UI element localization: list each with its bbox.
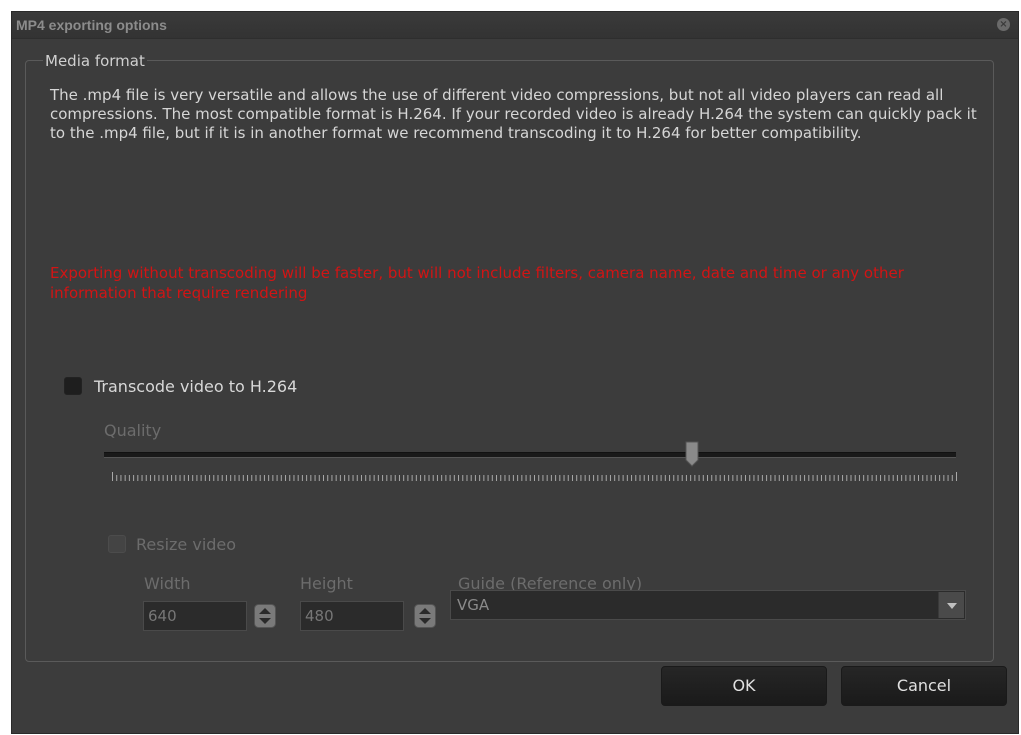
media-format-title: Media format [43,52,147,70]
width-spinner-icon[interactable] [254,604,276,628]
close-icon[interactable]: × [997,18,1010,31]
height-input[interactable]: 480 [300,601,404,631]
width-input[interactable]: 640 [143,601,247,631]
height-spinner-icon[interactable] [414,604,436,628]
title-bar: MP4 exporting options × [12,12,1018,39]
cancel-button[interactable]: Cancel [841,666,1007,706]
transcode-label[interactable]: Transcode video to H.264 [94,377,297,396]
resize-label[interactable]: Resize video [136,535,236,554]
ok-button[interactable]: OK [661,666,827,706]
quality-slider-ticks [112,472,957,481]
guide-dropdown[interactable]: VGA [450,590,966,620]
quality-label: Quality [104,421,162,440]
transcode-checkbox[interactable] [64,377,82,395]
height-label: Height [300,574,353,593]
quality-slider-track[interactable] [104,452,956,458]
guide-dropdown-value: VGA [457,596,490,614]
chevron-down-icon[interactable] [938,592,964,618]
dialog-title: MP4 exporting options [16,17,167,33]
media-format-group [25,60,994,662]
quality-slider-thumb[interactable] [685,441,699,467]
resize-checkbox[interactable] [108,535,126,553]
warning-text: Exporting without transcoding will be fa… [50,264,904,302]
width-label: Width [144,574,191,593]
description-text: The .mp4 file is very versatile and allo… [50,86,977,142]
